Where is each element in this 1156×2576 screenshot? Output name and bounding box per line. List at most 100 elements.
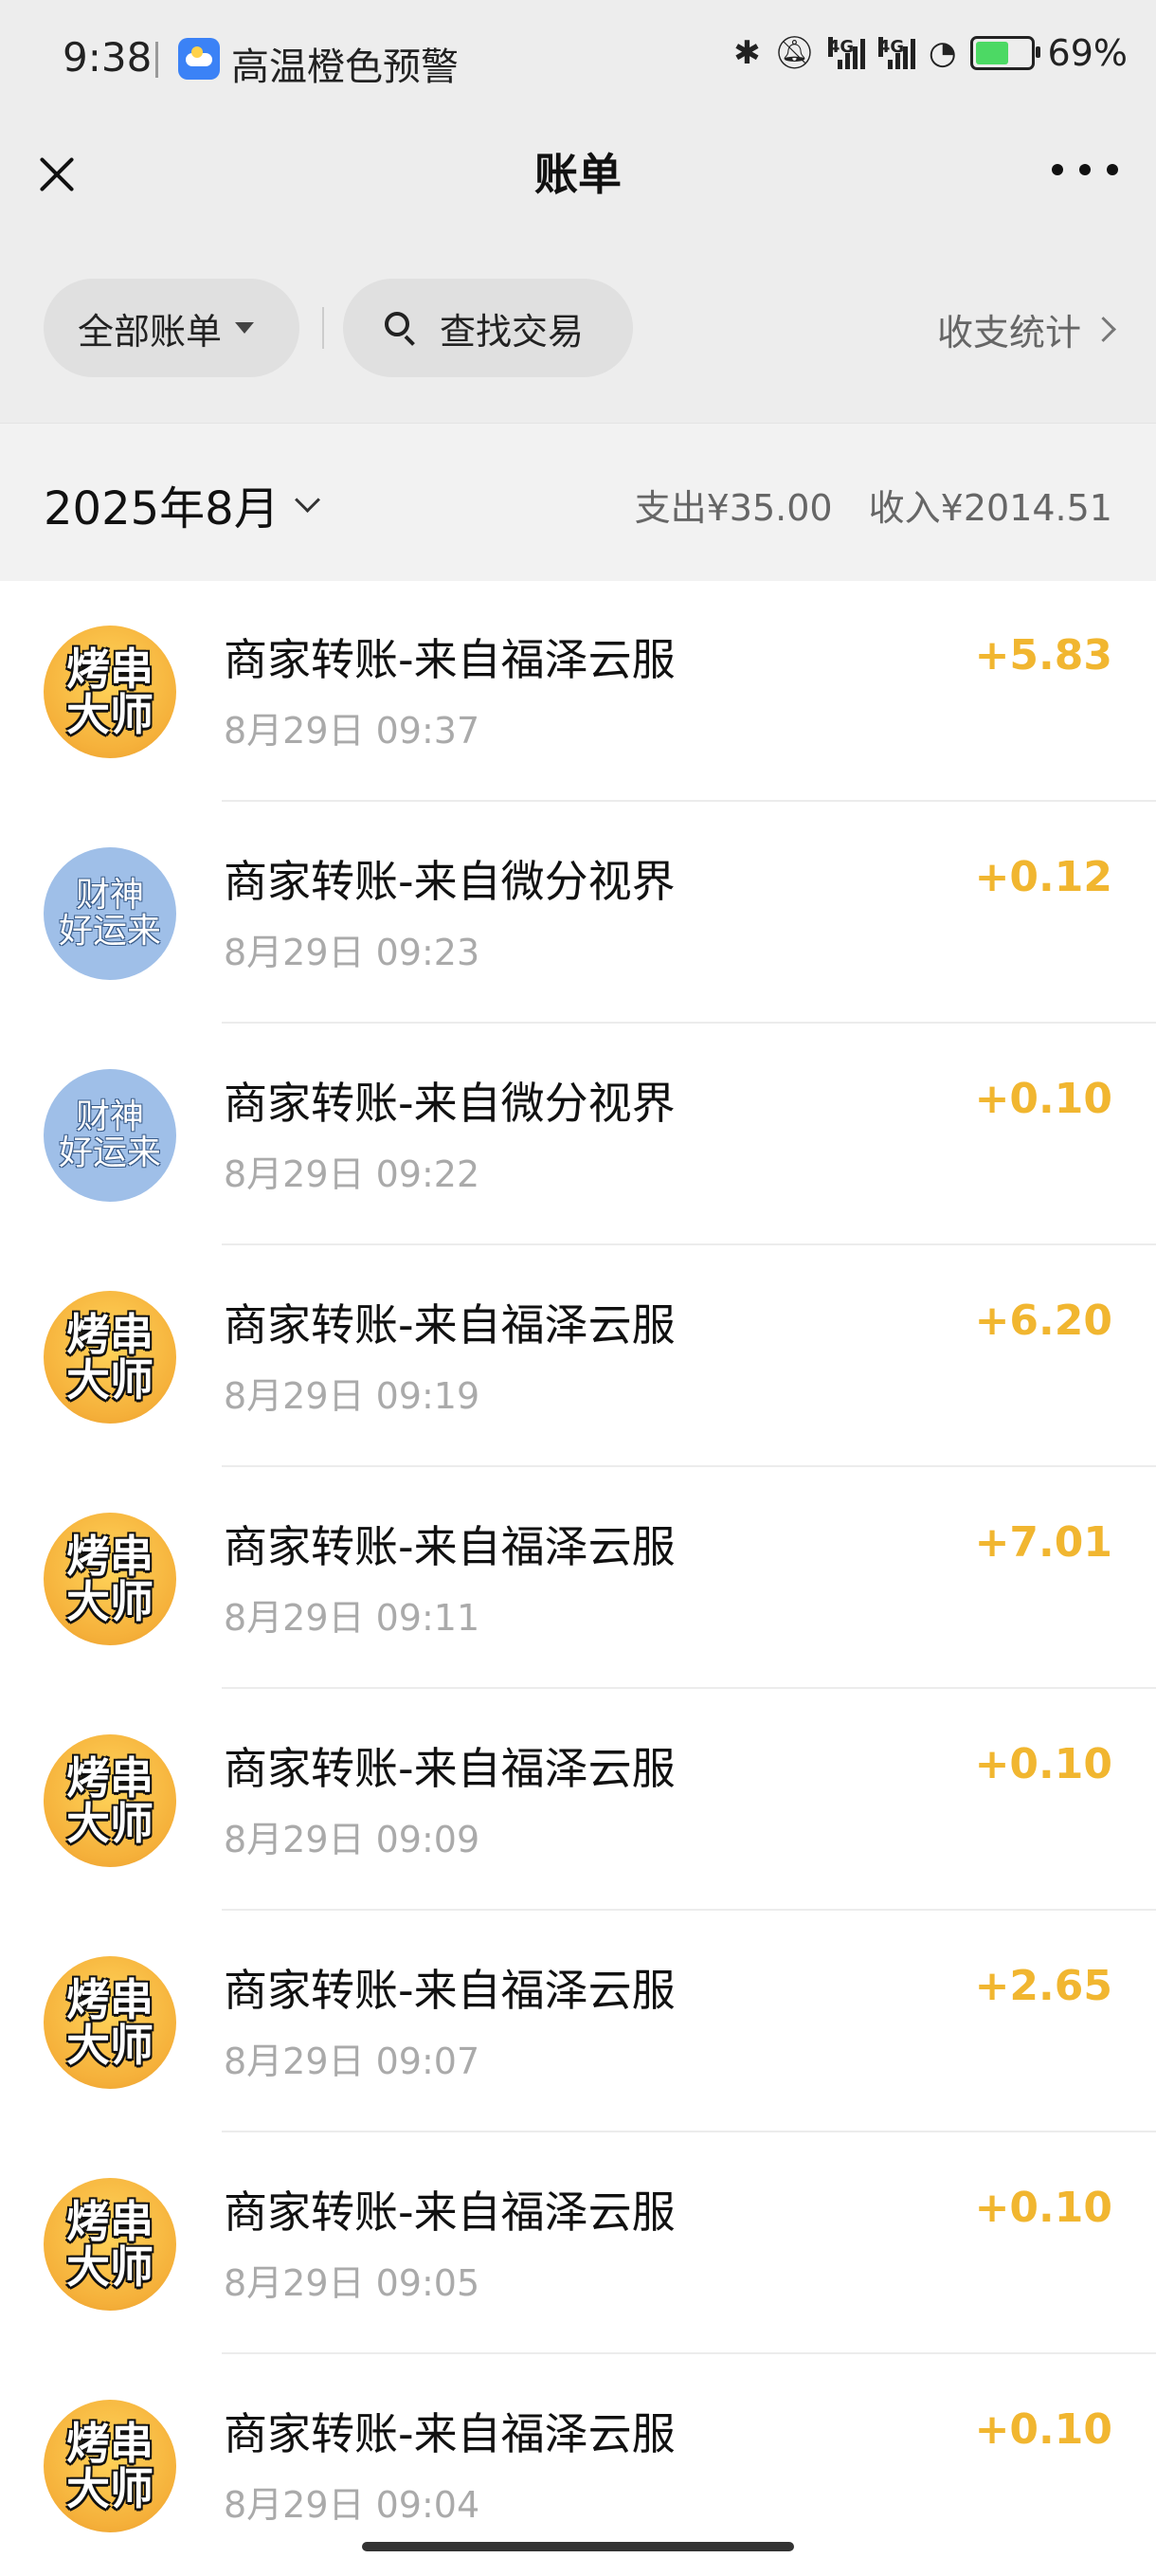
transaction-amount: +0.10 — [974, 1075, 1112, 1123]
caret-down-icon — [235, 322, 255, 334]
transaction-row[interactable]: 财神 好运来 商家转账-来自微分视界 8月29日 09:22 +0.10 — [0, 1024, 1156, 1245]
month-selector[interactable]: 2025年8月 — [44, 471, 320, 537]
month-header: 2025年8月 支出¥35.00 收入¥2014.51 — [0, 423, 1156, 581]
transaction-date: 8月29日 09:04 — [224, 2484, 480, 2526]
avatar-text-line1: 烤串 — [66, 1530, 154, 1582]
battery-percent: 69% — [1047, 32, 1128, 74]
transaction-title: 商家转账-来自福泽云服 — [224, 634, 676, 685]
month-expense: 支出¥35.00 — [634, 487, 833, 529]
income-expense-stats-link[interactable]: 收支统计 — [936, 303, 1116, 355]
merchant-avatar: 烤串 大师 — [44, 1513, 176, 1645]
filter-bar: 全部账单 查找交易 收支统计 — [0, 235, 1156, 423]
filter-divider — [322, 307, 324, 349]
merchant-avatar: 烤串 大师 — [44, 2400, 176, 2532]
nav-bar: 账单 — [0, 118, 1156, 235]
avatar-text-line1: 财神 — [75, 1098, 144, 1137]
network-type-label: 4G — [877, 37, 905, 57]
avatar-text-line1: 烤串 — [66, 643, 154, 695]
merchant-avatar: 烤串 大师 — [44, 1956, 176, 2089]
all-bills-label: 全部账单 — [78, 310, 223, 353]
month-income: 收入¥2014.51 — [868, 487, 1112, 529]
avatar-text-line2: 好运来 — [58, 912, 161, 951]
more-icon[interactable] — [1052, 155, 1118, 184]
bell-off-icon: 🔕︎ — [773, 34, 815, 72]
transaction-amount: +0.10 — [974, 1740, 1112, 1788]
avatar-text-line2: 大师 — [66, 2020, 154, 2071]
signal-icon: 4G — [877, 37, 915, 69]
merchant-avatar: 烤串 大师 — [44, 1734, 176, 1867]
transaction-title: 商家转账-来自福泽云服 — [224, 1299, 676, 1351]
transaction-amount: +0.10 — [974, 2405, 1112, 2454]
transaction-date: 8月29日 09:07 — [224, 2041, 480, 2082]
transaction-date: 8月29日 09:37 — [224, 710, 480, 752]
stats-label: 收支统计 — [936, 312, 1081, 354]
network-type-label: 4G — [827, 37, 855, 57]
search-icon — [385, 312, 417, 344]
bluetooth-icon: ✱ — [733, 34, 761, 72]
transaction-row[interactable]: 烤串 大师 商家转账-来自福泽云服 8月29日 09:05 +0.10 — [0, 2132, 1156, 2354]
page-title: 账单 — [534, 149, 622, 200]
transaction-date: 8月29日 09:22 — [224, 1153, 480, 1195]
transaction-title: 商家转账-来自微分视界 — [224, 1078, 676, 1129]
avatar-text-line1: 烤串 — [66, 1751, 154, 1804]
avatar-text-line2: 大师 — [66, 1798, 154, 1849]
transaction-amount: +0.10 — [974, 2184, 1112, 2232]
transaction-row[interactable]: 烤串 大师 商家转账-来自福泽云服 8月29日 09:37 +5.83 — [0, 580, 1156, 802]
transaction-row[interactable]: 烤串 大师 商家转账-来自福泽云服 8月29日 09:11 +7.01 — [0, 1467, 1156, 1689]
transaction-date: 8月29日 09:11 — [224, 1597, 480, 1639]
avatar-text-line2: 大师 — [66, 1576, 154, 1627]
transaction-title: 商家转账-来自微分视界 — [224, 856, 676, 907]
month-summary: 支出¥35.00 收入¥2014.51 — [610, 479, 1112, 531]
avatar-text-line1: 烤串 — [66, 1308, 154, 1360]
transaction-title: 商家转账-来自福泽云服 — [224, 1743, 676, 1794]
merchant-avatar: 财神 好运来 — [44, 1069, 176, 1202]
chevron-down-icon — [294, 486, 320, 513]
transaction-amount: +5.83 — [974, 631, 1112, 680]
transaction-amount: +6.20 — [974, 1297, 1112, 1345]
battery-icon — [969, 36, 1040, 70]
avatar-text-line2: 大师 — [66, 1354, 154, 1406]
merchant-avatar: 烤串 大师 — [44, 2178, 176, 2311]
weather-icon — [178, 38, 220, 80]
transaction-list: 烤串 大师 商家转账-来自福泽云服 8月29日 09:37 +5.83 财神 好… — [0, 580, 1156, 2576]
search-transactions-button[interactable]: 查找交易 — [343, 279, 633, 377]
transaction-amount: +0.12 — [974, 853, 1112, 901]
home-indicator[interactable] — [362, 2542, 794, 2551]
transaction-row[interactable]: 烤串 大师 商家转账-来自福泽云服 8月29日 09:09 +0.10 — [0, 1689, 1156, 1911]
merchant-avatar: 烤串 大师 — [44, 1291, 176, 1424]
avatar-text-line1: 烤串 — [66, 2195, 154, 2247]
avatar-text-line1: 烤串 — [66, 1973, 154, 2025]
avatar-text-line2: 大师 — [66, 689, 154, 740]
avatar-text-line2: 大师 — [66, 2463, 154, 2514]
transaction-row[interactable]: 烤串 大师 商家转账-来自福泽云服 8月29日 09:07 +2.65 — [0, 1911, 1156, 2132]
avatar-text-line2: 大师 — [66, 2241, 154, 2293]
transaction-date: 8月29日 09:05 — [224, 2262, 480, 2304]
weather-alert-text: 高温橙色预警 — [231, 45, 459, 89]
status-bar: 9:38 高温橙色预警 ✱ 🔕︎ 4G 4G ◔ 69% — [0, 0, 1156, 118]
transaction-date: 8月29日 09:23 — [224, 932, 480, 973]
avatar-text-line2: 好运来 — [58, 1134, 161, 1172]
wifi-icon: ◔ — [928, 34, 957, 72]
all-bills-dropdown[interactable]: 全部账单 — [44, 279, 299, 377]
transaction-date: 8月29日 09:09 — [224, 1819, 480, 1860]
signal-icon: 4G — [827, 37, 865, 69]
merchant-avatar: 烤串 大师 — [44, 626, 176, 758]
transaction-row[interactable]: 烤串 大师 商家转账-来自福泽云服 8月29日 09:19 +6.20 — [0, 1245, 1156, 1467]
avatar-text-line1: 财神 — [75, 876, 144, 916]
month-label: 2025年8月 — [44, 482, 280, 535]
transaction-title: 商家转账-来自福泽云服 — [224, 1521, 676, 1572]
transaction-title: 商家转账-来自福泽云服 — [224, 2408, 676, 2459]
transaction-amount: +7.01 — [974, 1518, 1112, 1567]
transaction-date: 8月29日 09:19 — [224, 1375, 480, 1417]
status-time: 9:38 — [63, 34, 153, 81]
transaction-row[interactable]: 财神 好运来 商家转账-来自微分视界 8月29日 09:23 +0.12 — [0, 802, 1156, 1024]
merchant-avatar: 财神 好运来 — [44, 847, 176, 980]
status-separator — [155, 42, 158, 78]
transaction-title: 商家转账-来自福泽云服 — [224, 1965, 676, 2016]
avatar-text-line1: 烤串 — [66, 2417, 154, 2469]
chevron-right-icon — [1091, 317, 1116, 342]
transaction-title: 商家转账-来自福泽云服 — [224, 2186, 676, 2238]
search-label: 查找交易 — [440, 310, 585, 353]
transaction-amount: +2.65 — [974, 1962, 1112, 2010]
status-icons: ✱ 🔕︎ 4G 4G ◔ 69% — [733, 32, 1128, 74]
